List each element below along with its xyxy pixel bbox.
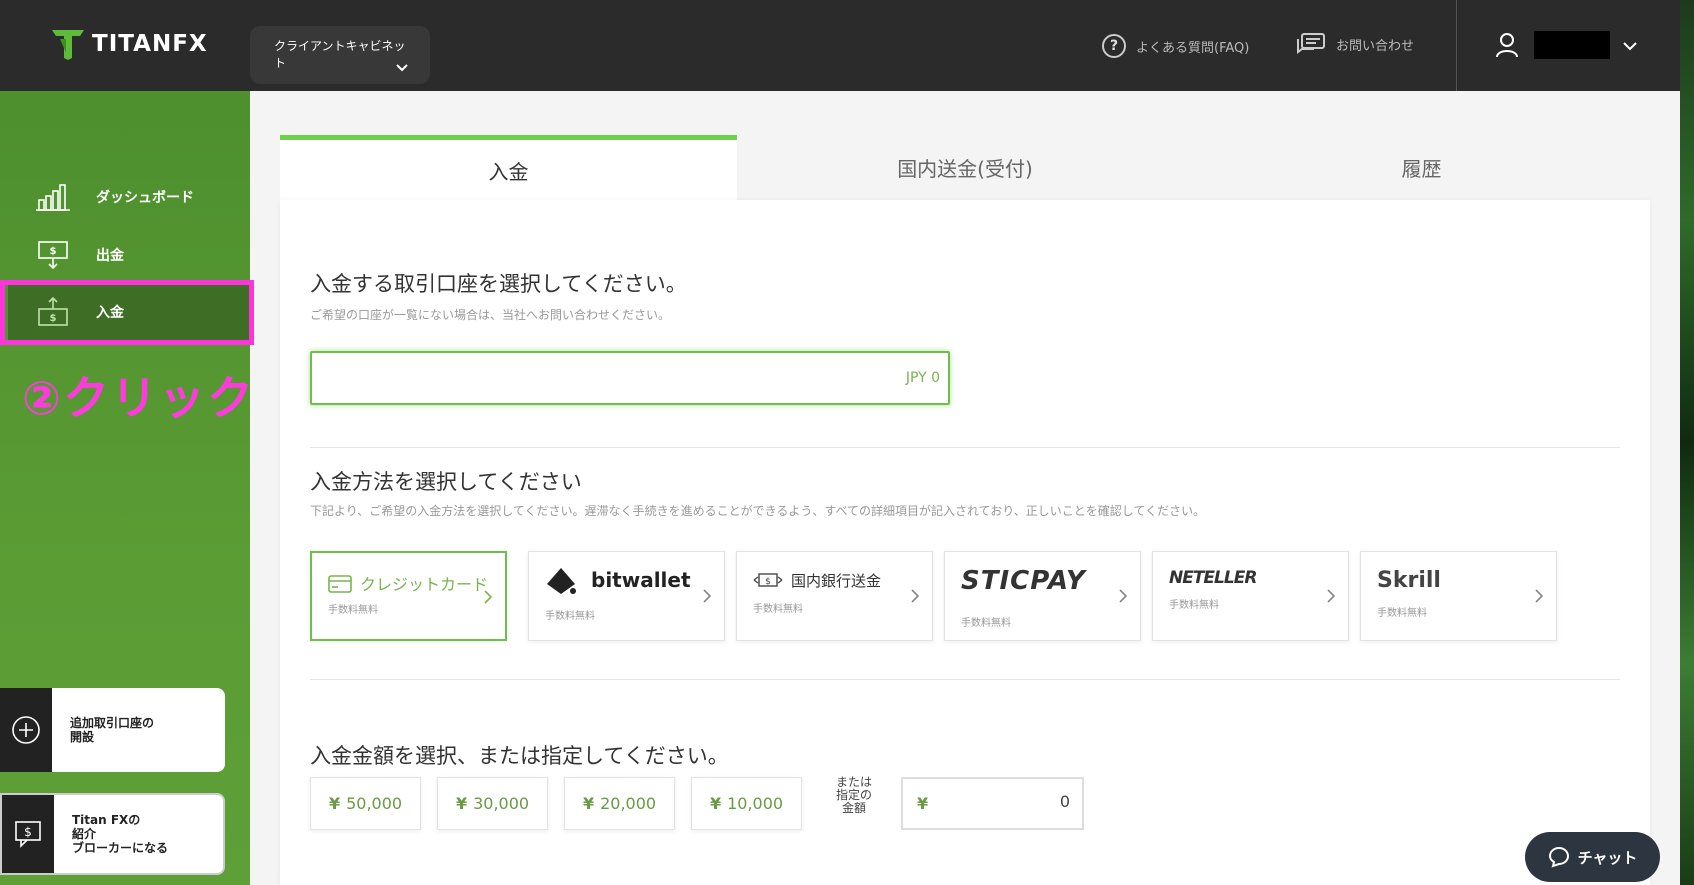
chat-icon (1548, 846, 1569, 868)
client-cabinet-label: クライアントキャビネット (274, 39, 406, 70)
account-section-subtitle: ご希望の口座が一覧にない場合は、当社へお問い合わせください。 (310, 308, 671, 322)
amount-preset-50000[interactable]: ¥50,000 (310, 777, 421, 830)
svg-text:$: $ (765, 577, 771, 587)
custom-amount-field[interactable]: ¥ (901, 777, 1084, 830)
sidebar-item-label: 出金 (96, 248, 124, 264)
amount-preset-30000[interactable]: ¥30,000 (437, 777, 548, 830)
account-select[interactable]: JPY 0 (310, 351, 950, 405)
divider (310, 447, 1620, 448)
client-cabinet-dropdown[interactable]: クライアントキャビネット (250, 26, 430, 84)
user-icon[interactable] (1496, 32, 1518, 58)
yen-symbol: ¥ (328, 794, 341, 813)
faq-link[interactable]: ? よくある質問(FAQ) (1102, 34, 1249, 58)
yen-symbol: ¥ (582, 794, 595, 813)
become-ib-button[interactable]: $ Titan FXの 紹介 ブローカーになる (0, 793, 225, 875)
titanfx-logo[interactable]: TITANFX (50, 26, 208, 62)
withdraw-icon: $ (38, 241, 68, 270)
tab-history[interactable]: 履歴 (1193, 135, 1650, 200)
logo-text: TITANFX (92, 31, 208, 57)
sidebar-item-dashboard[interactable]: ダッシュボード (36, 177, 236, 217)
top-bar: TITANFX クライアントキャビネット ? よくある質問(FAQ) お問い合わ… (0, 0, 1680, 91)
yen-symbol: ¥ (917, 794, 929, 813)
credit-card-icon (328, 575, 352, 593)
method-neteller[interactable]: NETELLER 手数料無料 (1152, 551, 1349, 641)
chevron-right-icon (1327, 589, 1336, 603)
tab-label: 履歴 (1401, 157, 1442, 181)
bar-chart-icon (36, 184, 70, 211)
method-fee: 手数料無料 (753, 604, 803, 615)
chevron-right-icon (911, 589, 920, 603)
method-bank-transfer[interactable]: $ 国内銀行送金 手数料無料 (736, 551, 933, 641)
user-name-redacted (1534, 31, 1610, 59)
topbar-divider (1456, 0, 1457, 91)
svg-text:$: $ (50, 246, 57, 257)
sidebar-item-label: ダッシュボード (96, 190, 194, 206)
tab-label: 国内送金(受付) (897, 157, 1033, 181)
method-fee: 手数料無料 (545, 611, 595, 622)
chevron-down-icon (396, 64, 408, 72)
account-balance: JPY 0 (905, 370, 940, 386)
custom-amount-label: または 指定の 金額 (836, 775, 873, 815)
dollar-chat-icon: $ (2, 795, 54, 873)
amount-preset-10000[interactable]: ¥10,000 (691, 777, 802, 830)
method-section-subtitle: 下記より、ご希望の入金方法を選択してください。遅滞なく手続きを進めることができる… (310, 504, 1206, 518)
divider (310, 679, 1620, 680)
bitwallet-icon (547, 568, 576, 594)
method-fee: 手数料無料 (961, 618, 1011, 629)
chevron-right-icon (1535, 589, 1544, 603)
sidebar: ダッシュボード $ 出金 $ 入金 追加取引口座の 開設 $ Titan FXの… (0, 91, 250, 885)
amount-value: 30,000 (473, 794, 530, 813)
method-name: bitwallet (591, 568, 691, 592)
question-icon: ? (1102, 34, 1126, 58)
method-name: クレジットカード (360, 575, 489, 594)
open-additional-account-button[interactable]: 追加取引口座の 開設 (0, 688, 225, 772)
amount-section-title: 入金金額を選択、または指定してください。 (310, 744, 729, 768)
titan-shield-icon (52, 30, 84, 60)
amount-value: 10,000 (727, 794, 784, 813)
method-fee: 手数料無料 (328, 605, 378, 616)
background-strip (1680, 0, 1694, 885)
chevron-right-icon (703, 589, 712, 603)
custom-amount-input[interactable] (950, 792, 1070, 811)
method-bitwallet[interactable]: bitwallet 手数料無料 (528, 551, 725, 641)
bank-transfer-icon: $ (753, 573, 783, 587)
account-section-title: 入金する取引口座を選択してください。 (310, 272, 687, 296)
method-credit-card[interactable]: クレジットカード 手数料無料 (310, 551, 507, 641)
yen-symbol: ¥ (709, 794, 722, 813)
annotation-click-label: ②クリック (22, 371, 255, 425)
tab-bar: 入金 国内送金(受付) 履歴 (280, 135, 1650, 200)
method-fee: 手数料無料 (1377, 608, 1427, 619)
chat-button[interactable]: チャット (1525, 832, 1660, 882)
amount-value: 20,000 (600, 794, 657, 813)
plus-circle-icon (0, 688, 52, 772)
open-account-label: 追加取引口座の 開設 (70, 716, 155, 744)
method-name: STICPAY (961, 566, 1086, 596)
annotation-highlight-box (0, 280, 254, 345)
yen-symbol: ¥ (455, 794, 468, 813)
amount-preset-20000[interactable]: ¥20,000 (564, 777, 675, 830)
chevron-right-icon (1119, 589, 1128, 603)
tab-label: 入金 (488, 159, 529, 184)
contact-link[interactable]: お問い合わせ (1296, 32, 1414, 56)
ib-label: Titan FXの 紹介 ブローカーになる (72, 813, 169, 855)
contact-label: お問い合わせ (1336, 38, 1415, 54)
svg-text:$: $ (24, 825, 32, 839)
chevron-right-icon (484, 590, 493, 604)
tab-domestic-transfer[interactable]: 国内送金(受付) (737, 135, 1193, 200)
amount-value: 50,000 (346, 794, 403, 813)
method-name: NETELLER (1169, 568, 1257, 588)
faq-label: よくある質問(FAQ) (1136, 40, 1250, 56)
method-skrill[interactable]: Skrill 手数料無料 (1360, 551, 1557, 641)
method-name: Skrill (1377, 568, 1441, 593)
method-name: 国内銀行送金 (791, 572, 882, 590)
method-sticpay[interactable]: STICPAY 手数料無料 (944, 551, 1141, 641)
chevron-down-icon[interactable] (1622, 38, 1638, 54)
tab-deposit[interactable]: 入金 (280, 135, 737, 200)
method-section-title: 入金方法を選択してください (310, 470, 582, 494)
method-fee: 手数料無料 (1169, 600, 1219, 611)
sidebar-item-withdraw[interactable]: $ 出金 (36, 235, 236, 275)
chat-bubble-icon (1297, 33, 1325, 54)
chat-label: チャット (1577, 848, 1638, 867)
